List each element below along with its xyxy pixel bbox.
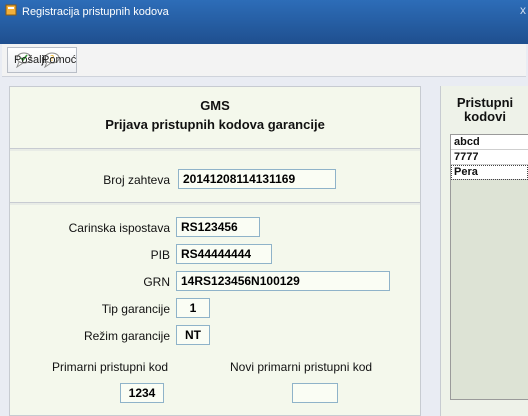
list-item[interactable]: abcd xyxy=(451,135,528,150)
grn-label: GRN xyxy=(143,275,170,289)
toolbar: Pošalji ? Pomoć xyxy=(2,44,526,77)
help-button[interactable]: ? Pomoć xyxy=(42,52,76,68)
primary-code-label: Primarni pristupni kod xyxy=(52,360,169,374)
access-codes-list[interactable]: abcd 7777 Pera xyxy=(450,134,528,400)
form-heading: GMS xyxy=(200,98,230,113)
app-icon xyxy=(5,4,17,16)
guarantee-type-field[interactable] xyxy=(176,298,210,318)
customs-office-field[interactable] xyxy=(176,217,260,237)
access-codes-panel: Pristupni kodovi abcd 7777 Pera xyxy=(440,86,528,416)
guarantee-regime-label: Režim garancije xyxy=(83,329,170,343)
help-button-label: Pomoć xyxy=(42,54,77,66)
primary-code-field[interactable] xyxy=(120,383,164,403)
request-number-label: Broj zahteva xyxy=(103,173,170,187)
access-codes-title: Pristupni kodovi xyxy=(441,96,528,124)
request-number-field[interactable] xyxy=(178,169,336,189)
toolbar-button-group: Pošalji ? Pomoć xyxy=(7,47,77,73)
list-item[interactable]: 7777 xyxy=(451,150,528,165)
access-codes-title-line1: Pristupni xyxy=(456,95,514,110)
guarantee-type-label: Tip garancije xyxy=(101,302,170,316)
window-titlebar: Registracija pristupnih kodova x xyxy=(0,0,528,44)
list-item-selected[interactable]: Pera xyxy=(451,165,528,180)
grn-field[interactable] xyxy=(176,271,390,291)
close-icon[interactable]: x xyxy=(520,3,526,17)
new-primary-code-label: Novi primarni pristupni kod xyxy=(230,360,373,374)
new-primary-code-field[interactable] xyxy=(292,383,338,403)
send-button[interactable]: Pošalji xyxy=(14,52,46,68)
form-panel: GMS Prijava pristupnih kodova garancije … xyxy=(9,86,421,416)
guarantee-regime-field[interactable] xyxy=(176,325,210,345)
divider xyxy=(10,148,420,151)
window-title: Registracija pristupnih kodova xyxy=(22,6,169,18)
pib-field[interactable] xyxy=(176,244,272,264)
divider xyxy=(10,202,420,205)
form-subheading: Prijava pristupnih kodova garancije xyxy=(105,117,325,132)
customs-office-label: Carinska ispostava xyxy=(68,221,170,235)
access-codes-title-line2: kodovi xyxy=(464,109,506,124)
pib-label: PIB xyxy=(150,248,170,262)
